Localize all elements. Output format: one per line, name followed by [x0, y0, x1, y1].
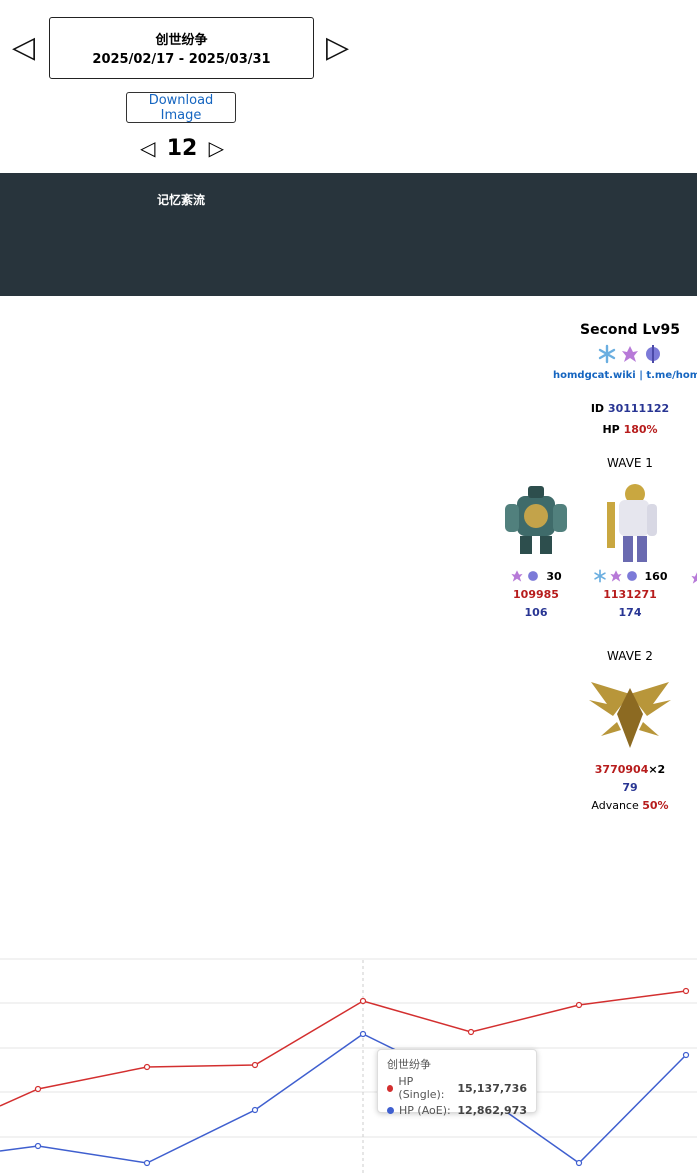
half-title: Second Lv95: [580, 322, 680, 338]
wave1-enemy-1: 30 109985 106: [500, 482, 572, 619]
enemy-speed: 106: [524, 606, 548, 619]
next-floor-arrow[interactable]: ▷: [209, 136, 224, 160]
enemy-speed: 174: [618, 606, 642, 619]
period-title: 创世纷争: [155, 33, 208, 48]
single-legend-dot: [387, 1084, 394, 1092]
stage-band-label: 记忆紊流: [157, 193, 206, 207]
ice-element-icon: [597, 344, 617, 368]
tooltip-single-label: HP (Single):: [398, 1075, 445, 1101]
stage-id-value: 30111122: [607, 402, 670, 415]
floor-number: 12: [166, 135, 198, 161]
advance-value: 50%: [642, 799, 669, 812]
ice-element-icon: [593, 569, 606, 583]
enemy-hp: 3770904: [594, 763, 649, 776]
enemy-speed: 79: [622, 781, 638, 794]
tooltip-title: 创世纷争: [387, 1058, 431, 1071]
single-data-point[interactable]: [682, 987, 690, 995]
enemy-hp: 1131271: [603, 588, 657, 601]
enemy-panel: Second Lv95 homdgcat.wiki | t.me/homdgc …: [500, 322, 697, 842]
tooltip-single-value: 15,137,736: [457, 1081, 527, 1095]
aoe-data-point[interactable]: [251, 1106, 259, 1114]
wave2-enemy-1: 3770904×2 79 Advance 50%: [585, 674, 675, 812]
knight-enemy-icon: [607, 484, 657, 562]
imaginary-element-icon: [691, 572, 697, 584]
advance-label: Advance: [591, 799, 639, 812]
single-data-point[interactable]: [143, 1063, 151, 1071]
robot-enemy-icon: [505, 486, 567, 554]
prev-floor-arrow[interactable]: ◁: [140, 136, 155, 160]
hp-line-chart: [0, 958, 697, 1175]
enemy-count: ×2: [648, 763, 666, 776]
single-data-point[interactable]: [34, 1085, 42, 1093]
single-data-point[interactable]: [467, 1028, 475, 1036]
wave1-enemy-2: 160 1131271 174: [590, 482, 670, 619]
stage-id: ID 30111122: [560, 402, 697, 415]
tooltip-aoe-label: HP (AoE):: [399, 1104, 451, 1117]
enemy-level: 30: [546, 569, 562, 583]
chart-grid: [0, 958, 697, 1138]
period-dates: 2025/02/17 - 2025/03/31: [92, 52, 271, 67]
prev-period-arrow[interactable]: ◁: [12, 33, 35, 63]
wave-1-label: WAVE 1: [607, 456, 653, 470]
single-data-point[interactable]: [251, 1061, 259, 1069]
quantum-element-icon: [643, 344, 663, 368]
enemy-hp: 109985: [513, 588, 559, 601]
aoe-data-point[interactable]: [34, 1142, 42, 1150]
enemy-level: 160: [644, 569, 668, 583]
single-data-point[interactable]: [359, 997, 367, 1005]
imaginary-element-icon: [609, 570, 622, 582]
stage-hp: HP 180%: [560, 423, 697, 436]
next-period-arrow[interactable]: ▷: [326, 33, 349, 63]
quantum-element-icon: [528, 571, 539, 581]
tooltip-aoe-value: 12,862,973: [457, 1104, 527, 1117]
winged-boss-enemy-icon: [589, 682, 671, 748]
floor-nav: ◁ 12 ▷: [140, 134, 224, 162]
imaginary-element-icon: [620, 344, 640, 368]
wave-2-label: WAVE 2: [607, 649, 653, 663]
quantum-element-icon: [626, 571, 637, 581]
download-image-button[interactable]: Download Image: [126, 92, 236, 123]
aoe-legend-dot: [387, 1107, 394, 1114]
chart-tooltip: 创世纷争 HP (Single): 15,137,736 HP (AoE): 1…: [377, 1049, 537, 1117]
aoe-data-point[interactable]: [575, 1159, 583, 1167]
aoe-data-point[interactable]: [359, 1030, 367, 1038]
series-line-aoe: [0, 1033, 687, 1164]
stage-hp-value: 180%: [623, 423, 658, 436]
wave1-enemy-3-partial: [690, 570, 697, 589]
imaginary-element-icon: [511, 570, 523, 582]
period-title-box: 创世纷争 2025/02/17 - 2025/03/31: [49, 17, 314, 79]
stage-hp-label: HP: [602, 423, 620, 436]
stage-band: 记忆紊流: [0, 173, 697, 296]
aoe-data-point[interactable]: [143, 1159, 151, 1167]
stage-id-label: ID: [590, 402, 605, 415]
source-links[interactable]: homdgcat.wiki | t.me/homdgc: [553, 370, 697, 381]
aoe-data-point[interactable]: [682, 1051, 690, 1059]
single-data-point[interactable]: [575, 1001, 583, 1009]
weakness-row: [560, 344, 697, 368]
